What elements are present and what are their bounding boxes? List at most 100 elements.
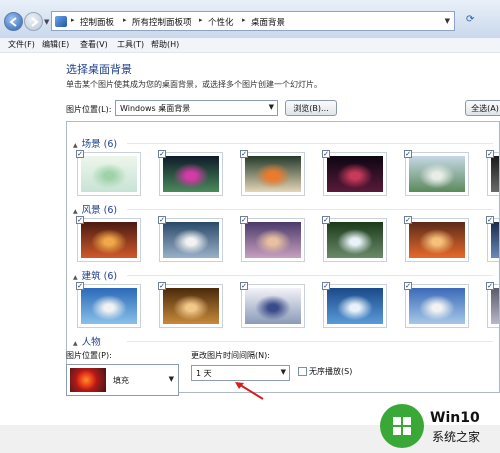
wallpaper-thumbnail[interactable]: ✓ [76,150,141,196]
address-path-box[interactable]: ▸ 控制面板 ▸ 所有控制面板项 ▸ 个性化 ▸ 桌面背景 ▼ [51,11,455,31]
thumbnail-checkbox[interactable]: ✓ [76,216,84,224]
wallpaper-thumbnail[interactable]: ✓ [158,150,223,196]
wallpaper-thumbnail-image [327,156,383,192]
gallery-group-name: 场景 (6) [81,139,118,150]
main-content: 选择桌面背景 单击某个图片使其成为您的桌面背景，或选择多个图片创建一个幻灯片。 … [0,53,500,425]
menu-edit[interactable]: 编辑(E) [42,39,69,50]
select-all-button[interactable]: 全选(A) [465,100,500,116]
wallpaper-thumbnail-image [491,156,499,192]
wallpaper-thumbnail-image [491,222,499,258]
page-subtitle: 单击某个图片使其成为您的桌面背景，或选择多个图片创建一个幻灯片。 [66,80,322,89]
gallery-group-header[interactable]: ▲ 建筑 (6) [73,268,117,282]
breadcrumb-all-items[interactable]: 所有控制面板项 [132,16,192,28]
thumbnail-checkbox[interactable]: ✓ [240,282,248,290]
menu-bar: 文件(F) 编辑(E) 查看(V) 工具(T) 帮助(H) [0,38,500,53]
wallpaper-thumbnail[interactable]: ✓ [322,282,387,328]
thumbnail-checkbox[interactable]: ✓ [158,282,166,290]
picture-location-select[interactable]: Windows 桌面背景 ▼ [115,100,278,116]
wallpaper-thumbnail[interactable]: ✓ [486,216,499,262]
wallpaper-thumbnail[interactable]: ✓ [486,150,499,196]
wallpaper-thumbnail[interactable]: ✓ [404,150,469,196]
thumbnail-checkbox[interactable]: ✓ [240,150,248,158]
shuffle-checkbox[interactable] [298,367,307,376]
group-divider [127,275,493,276]
wallpaper-thumbnail-image [409,222,465,258]
collapse-triangle-icon[interactable]: ▲ [73,208,78,215]
wallpaper-thumbnail[interactable]: ✓ [158,216,223,262]
breadcrumb-separator-icon[interactable]: ▸ [71,16,75,24]
gallery-group-header[interactable]: ▲ 场景 (6) [73,136,117,150]
thumbnail-checkbox[interactable]: ✓ [240,216,248,224]
picture-position-label: 图片位置(P): [66,351,112,360]
collapse-triangle-icon[interactable]: ▲ [73,340,78,347]
thumbnail-checkbox[interactable]: ✓ [76,150,84,158]
wallpaper-gallery[interactable]: ▲ 场景 (6) ✓ ✓ ✓ ✓ ✓ ✓ ▲ 风景 (6) ✓ ✓ ✓ ✓ ✓ ✓ ▲ 建筑 (6) ✓ ✓ ✓ ✓ ✓ ✓ ▲… [66,121,500,393]
thumbnail-checkbox[interactable]: ✓ [404,150,412,158]
thumbnail-checkbox[interactable]: ✓ [322,216,330,224]
wallpaper-thumbnail[interactable]: ✓ [322,216,387,262]
breadcrumb-separator-icon[interactable]: ▸ [199,16,203,24]
wallpaper-thumbnail[interactable]: ✓ [76,282,141,328]
wallpaper-thumbnail[interactable]: ✓ [240,150,305,196]
wallpaper-thumbnail[interactable]: ✓ [240,282,305,328]
thumbnail-checkbox[interactable]: ✓ [486,282,494,290]
wallpaper-thumbnail[interactable]: ✓ [404,282,469,328]
menu-tools[interactable]: 工具(T) [117,39,144,50]
thumbnail-checkbox[interactable]: ✓ [404,216,412,224]
arrow-left-icon [9,17,17,27]
path-dropdown-icon[interactable]: ▼ [445,17,450,25]
breadcrumb-separator-icon[interactable]: ▸ [242,16,246,24]
wallpaper-thumbnail-image [163,222,219,258]
chevron-down-icon: ▼ [268,103,274,111]
collapse-triangle-icon[interactable]: ▲ [73,274,78,281]
wallpaper-thumbnail[interactable]: ✓ [240,216,305,262]
watermark-brand-sub: 系统之家 [432,430,481,444]
picture-position-select[interactable]: 填充 ▼ [66,364,179,396]
refresh-icon[interactable]: ⟳ [466,14,480,28]
thumbnail-checkbox[interactable]: ✓ [486,150,494,158]
menu-help[interactable]: 帮助(H) [151,39,179,50]
gallery-group-header[interactable]: ▲ 风景 (6) [73,202,117,216]
thumbnail-checkbox[interactable]: ✓ [404,282,412,290]
position-preview-image [70,368,106,392]
wallpaper-thumbnail-image [81,222,137,258]
thumbnail-checkbox[interactable]: ✓ [322,282,330,290]
chevron-down-icon: ▼ [168,375,174,383]
shuffle-label[interactable]: 无序播放(S) [309,366,352,377]
control-panel-icon [55,16,67,27]
win10-logo [380,404,424,448]
recent-pages-dropdown-icon[interactable]: ▼ [44,18,49,26]
interval-select[interactable]: 1 天 ▼ [191,365,290,381]
thumbnail-checkbox[interactable]: ✓ [322,150,330,158]
thumbnail-checkbox[interactable]: ✓ [158,216,166,224]
thumbnail-checkbox[interactable]: ✓ [158,150,166,158]
breadcrumb-personalization[interactable]: 个性化 [208,16,234,28]
thumbnail-checkbox[interactable]: ✓ [486,216,494,224]
wallpaper-thumbnail-image [163,156,219,192]
wallpaper-thumbnail[interactable]: ✓ [158,282,223,328]
breadcrumb-separator-icon[interactable]: ▸ [123,16,127,24]
thumbnail-checkbox[interactable]: ✓ [76,282,84,290]
arrow-right-icon [31,17,39,27]
wallpaper-thumbnail[interactable]: ✓ [486,282,499,328]
browse-button[interactable]: 浏览(B)... [285,100,337,116]
wallpaper-thumbnail-image [327,288,383,324]
wallpaper-thumbnail[interactable]: ✓ [322,150,387,196]
back-button[interactable] [4,12,23,31]
windows-logo-icon [393,417,411,435]
forward-button[interactable] [24,12,43,31]
wallpaper-thumbnail[interactable]: ✓ [76,216,141,262]
wallpaper-thumbnail[interactable]: ✓ [404,216,469,262]
address-bar-area: ▼ ▸ 控制面板 ▸ 所有控制面板项 ▸ 个性化 ▸ 桌面背景 ▼ ⟳ [0,0,500,39]
breadcrumb-desktop-background[interactable]: 桌面背景 [251,16,285,28]
wallpaper-thumbnail-image [327,222,383,258]
breadcrumb-control-panel[interactable]: 控制面板 [80,16,114,28]
wallpaper-thumbnail-image [245,288,301,324]
gallery-group-name: 建筑 (6) [81,271,118,282]
menu-file[interactable]: 文件(F) [8,39,35,50]
group-divider [127,209,493,210]
gallery-group-header[interactable]: ▲ 人物 [73,334,101,348]
menu-view[interactable]: 查看(V) [80,39,108,50]
collapse-triangle-icon[interactable]: ▲ [73,142,78,149]
wallpaper-thumbnail-image [491,288,499,324]
